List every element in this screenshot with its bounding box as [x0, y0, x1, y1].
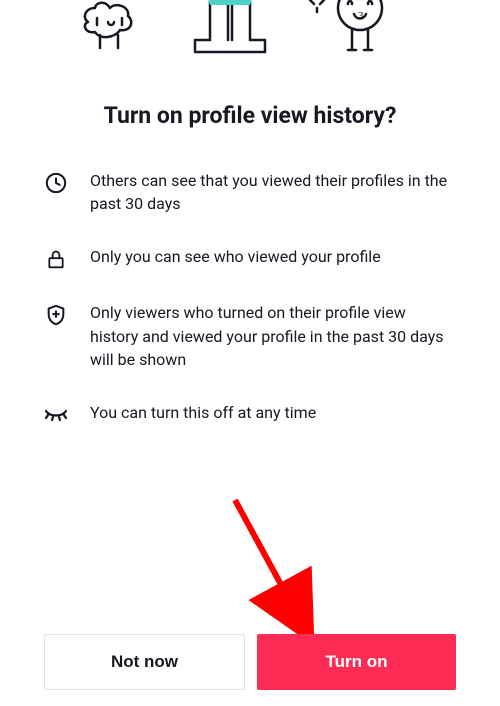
button-row: Not now Turn on: [0, 634, 500, 690]
feature-text: Others can see that you viewed their pro…: [90, 169, 456, 215]
lock-icon: [44, 247, 68, 271]
feature-item: Only you can see who viewed your profile: [44, 245, 456, 271]
header-illustration: 3: [0, 0, 500, 60]
feature-item: You can turn this off at any time: [44, 401, 456, 427]
feature-text: Only viewers who turned on their profile…: [90, 301, 456, 371]
feature-list: Others can see that you viewed their pro…: [0, 169, 500, 427]
clock-icon: [44, 171, 68, 195]
feature-text: Only you can see who viewed your profile: [90, 245, 381, 268]
not-now-button[interactable]: Not now: [44, 634, 245, 690]
feature-item: Only viewers who turned on their profile…: [44, 301, 456, 371]
svg-text:3: 3: [358, 10, 364, 22]
page-title: Turn on profile view history?: [0, 102, 500, 129]
feature-item: Others can see that you viewed their pro…: [44, 169, 456, 215]
feature-text: You can turn this off at any time: [90, 401, 316, 424]
turn-on-button[interactable]: Turn on: [257, 634, 456, 690]
shield-plus-icon: [44, 303, 68, 327]
closed-eye-icon: [44, 403, 68, 427]
